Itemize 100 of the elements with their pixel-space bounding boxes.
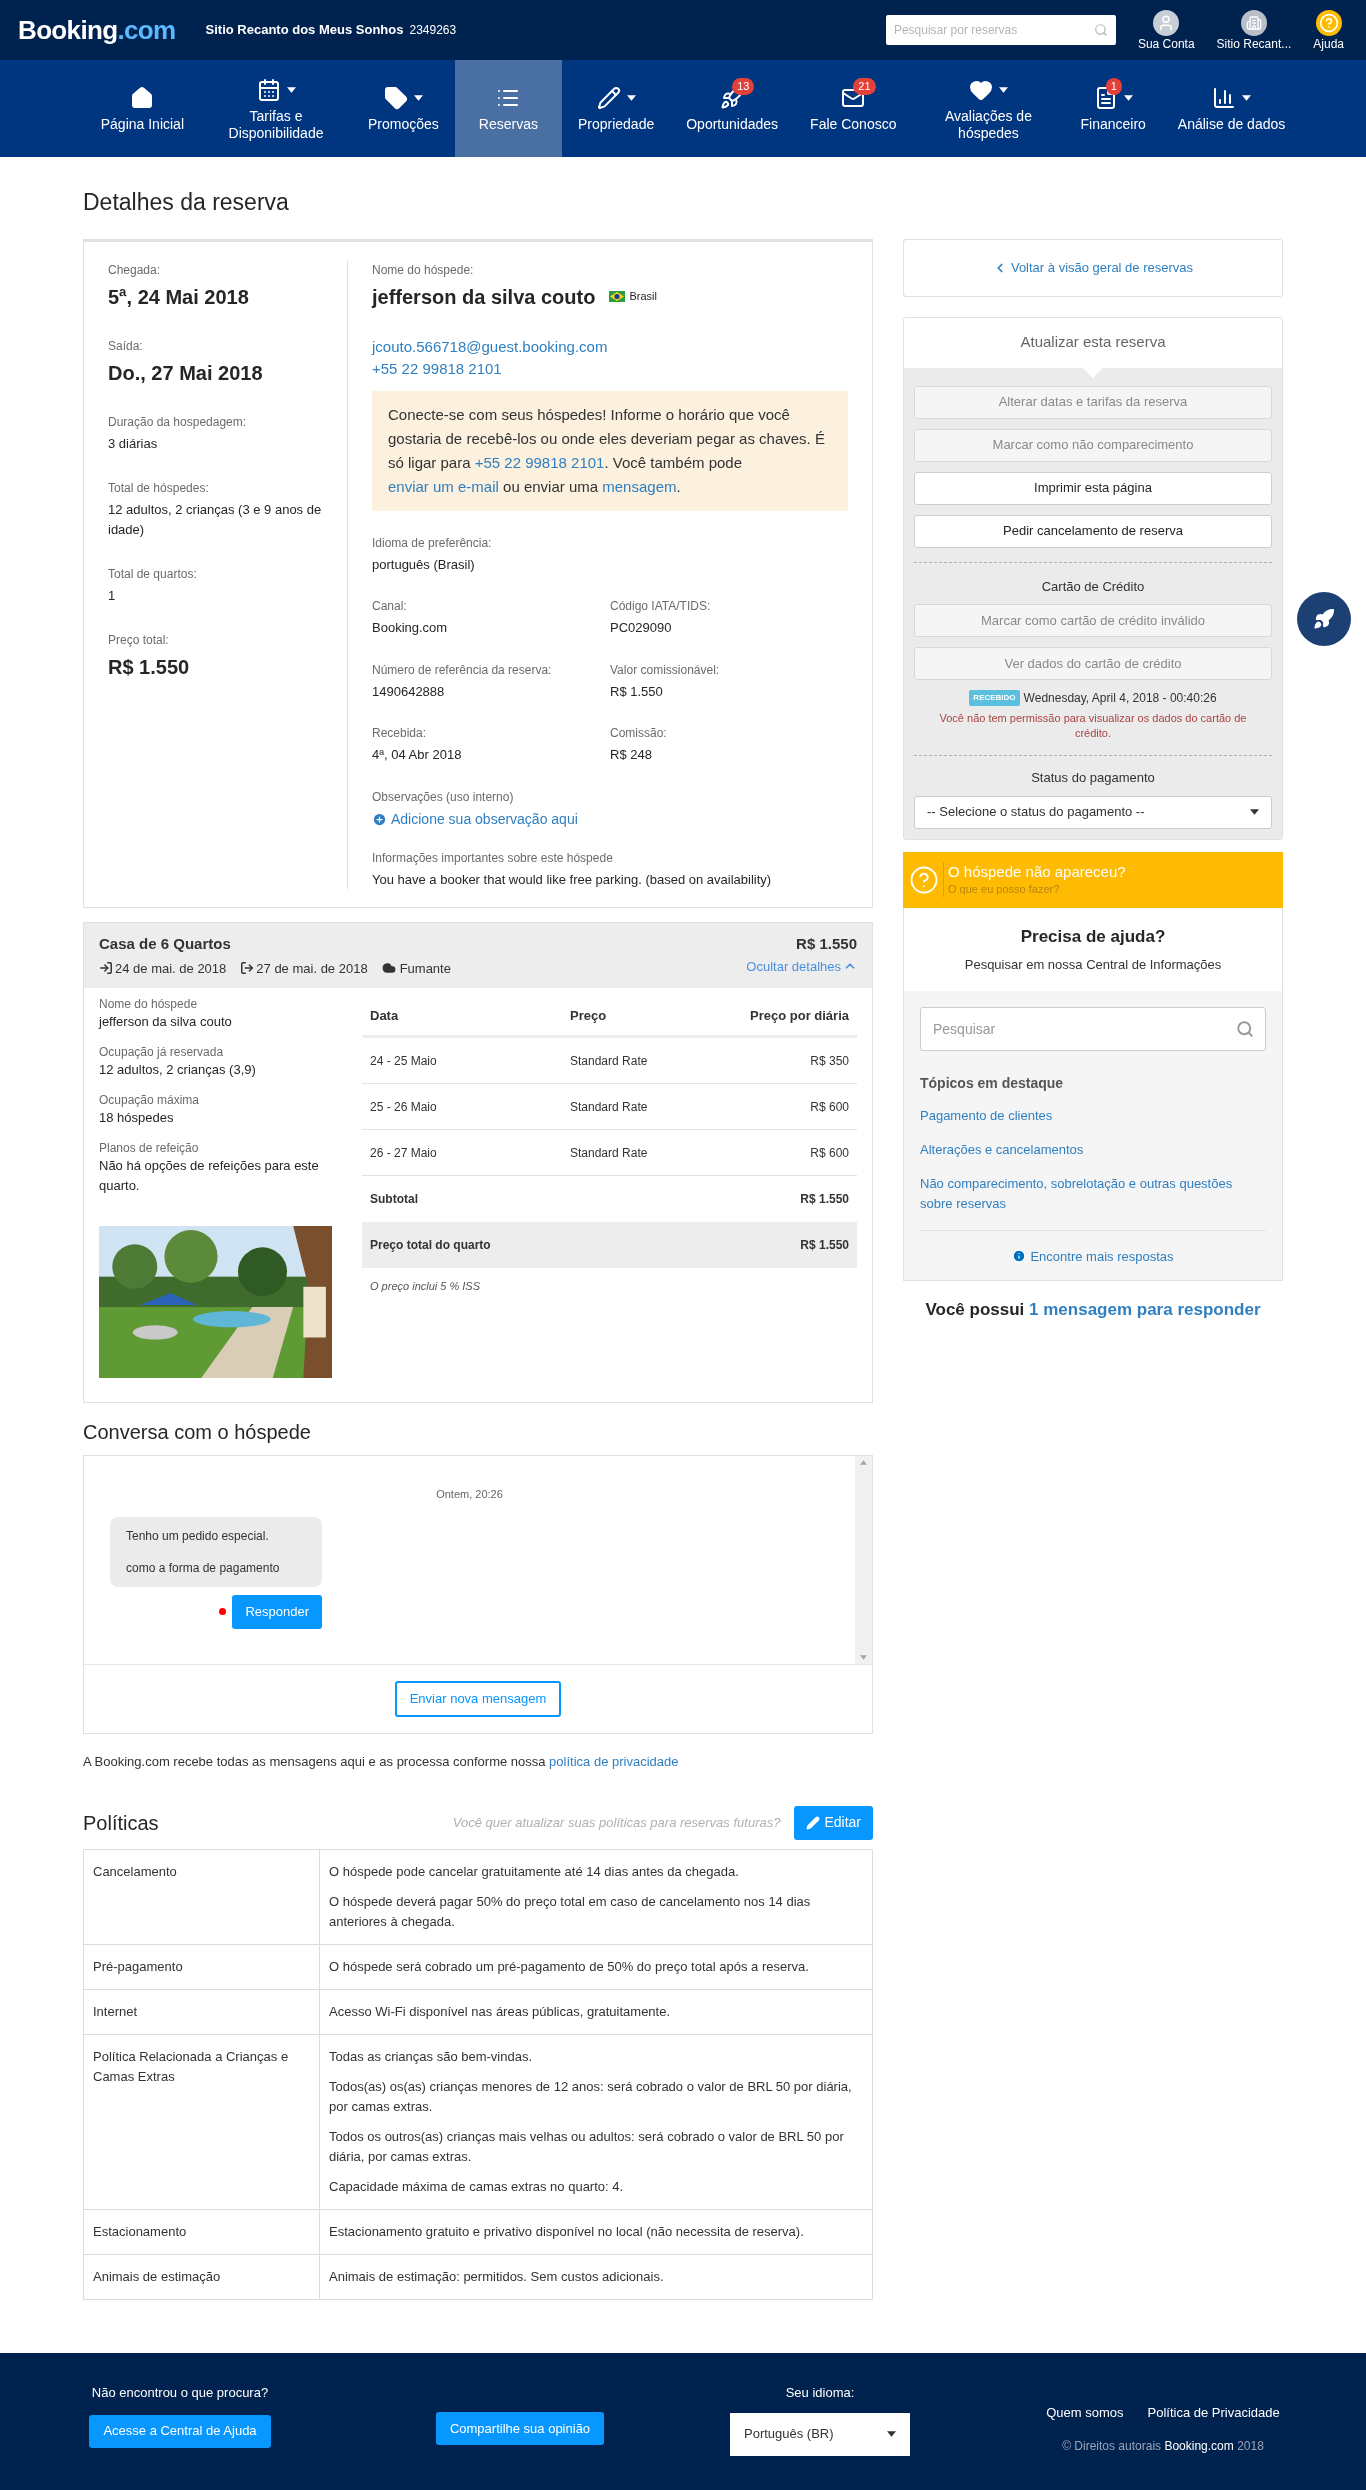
policy-text: Acesso Wi-Fi disponível nas áreas públicas, gratuitamente.: [329, 2002, 672, 2021]
column-header: Preço por diária: [750, 1006, 849, 1025]
help-subtitle: Pesquisar em nossa Central de Informações: [964, 956, 1222, 974]
text-link[interactable]: mensagem: [602, 477, 677, 495]
add-note-link[interactable]: Adicione sua observação aqui: [372, 808, 578, 830]
nav-tab[interactable]: Propriedade: [561, 60, 671, 157]
policy-text: Animais de estimação: permitidos. Sem custos adicionais.: [329, 2267, 665, 2286]
pencil-icon: [596, 86, 621, 110]
table-cell-text: 24 - 25 Maio: [370, 1052, 438, 1070]
policy-text: O hóspede pode cancelar gratuitamente até 14 dias antes da chegada.: [329, 1862, 740, 1881]
action-button[interactable]: Pedir cancelamento de reserva: [914, 514, 1272, 548]
rocket-button[interactable]: [1297, 592, 1351, 646]
field-value: 5ª, 24 Mai 2018: [108, 284, 250, 310]
footer-question: Não encontrou o que procura?: [91, 2384, 269, 2402]
nav-tab[interactable]: 21 Fale Conosco: [794, 60, 913, 157]
nav-tab[interactable]: Tarifas e Disponibilidade: [200, 60, 352, 157]
field-value: português (Brasil): [372, 555, 476, 574]
booking-logo[interactable]: Booking.com: [18, 17, 176, 43]
check-out-icon: [240, 961, 255, 976]
account-menu-item[interactable]: Ajuda: [1309, 10, 1348, 50]
field-value: 1490642888: [372, 682, 446, 701]
field-value: R$ 248: [610, 746, 653, 764]
policy-name: Internet: [93, 2003, 138, 2019]
field-label: Número de referência da reserva:: [372, 661, 553, 678]
message-text: Tenho um pedido especial.: [126, 1527, 270, 1545]
toggle-details-link[interactable]: Ocultar detalhes: [746, 956, 857, 976]
footer-link[interactable]: Política de Privacidade: [1147, 2403, 1280, 2423]
nav-tab[interactable]: Página Inicial: [84, 60, 200, 157]
room-name: Casa de 6 Quartos: [99, 934, 232, 954]
scroll-up-icon[interactable]: [860, 1460, 867, 1465]
feedback-button[interactable]: Compartilhe sua opinião: [435, 2412, 605, 2445]
search-icon: [1236, 1019, 1254, 1038]
topic-link[interactable]: Alterações e cancelamentos: [920, 1139, 1266, 1160]
notice-text: Conecte-se com seus hóspedes! Informe o horário que você gostaria de recebê-los ou onde eles deveriam pegar as chaves. É só ligar para +55 22 99818 2101. Você também pode enviar um e-mail ou enviar uma mensagem.: [388, 404, 826, 497]
nav-tab[interactable]: Avaliações de hóspedes: [912, 60, 1065, 157]
banner-title: O hóspede não apareceu?: [948, 861, 1126, 881]
warning-text: Você não tem permissão para visualizar os dados do cartão de crédito.: [938, 711, 1248, 741]
topic-link[interactable]: Pagamento de clientes: [920, 1105, 1266, 1126]
message-time: Ontem, 20:26: [435, 1487, 504, 1502]
edit-button[interactable]: Editar: [794, 1805, 873, 1840]
back-link[interactable]: Voltar à visão geral de reservas: [992, 257, 1194, 278]
nav-tab[interactable]: Análise de dados: [1161, 60, 1302, 157]
avatar-icon: [1153, 10, 1180, 36]
reply-button[interactable]: Responder: [232, 1594, 322, 1629]
action-button[interactable]: Imprimir esta página: [914, 471, 1272, 505]
table-cell-text: 26 - 27 Maio: [370, 1144, 438, 1162]
help-search-field[interactable]: Pesquisar: [920, 1006, 1266, 1051]
policy-text: Estacionamento gratuito e privativo disponível no local (não necessita de reserva).: [329, 2222, 805, 2241]
field-label: Valor comissionável:: [610, 661, 721, 678]
payment-status-select[interactable]: -- Selecione o status do pagamento --: [914, 795, 1272, 829]
field-label: Planos de refeição: [99, 1140, 200, 1156]
count-badge: 13: [732, 78, 755, 95]
nav-tab[interactable]: Promoções: [352, 60, 455, 157]
scroll-down-icon[interactable]: [860, 1655, 867, 1660]
nav-tab[interactable]: Reservas: [454, 60, 562, 157]
email-link[interactable]: jcouto.566718@guest.booking.com: [372, 335, 608, 358]
plus-circle-icon: [372, 811, 387, 827]
help-title: Precisa de ajuda?: [1020, 925, 1166, 948]
status-badge: RECEBIDO: [969, 690, 1020, 706]
property-avatar-icon: [1240, 10, 1267, 36]
field-value: 12 adultos, 2 crianças (3,9): [99, 1061, 257, 1079]
account-menu-item[interactable]: Sua Conta: [1133, 10, 1199, 50]
panel-title: Atualizar esta reserva: [1020, 332, 1166, 353]
phone-link[interactable]: +55 22 99818 2101: [372, 358, 502, 381]
account-menu-item[interactable]: Sitio Recant...: [1212, 10, 1296, 50]
search-field[interactable]: Pesquisar por reservas: [885, 15, 1116, 45]
help-center-button[interactable]: Acesse a Central de Ajuda: [89, 2414, 271, 2448]
more-answers-link[interactable]: Encontre mais respostas: [1012, 1246, 1174, 1266]
table-cell-text: R$ 600: [810, 1098, 849, 1116]
text-link[interactable]: política de privacidade: [549, 1754, 679, 1769]
field-value: Do., 27 Mai 2018: [108, 360, 264, 386]
table-cell-text: Standard Rate: [570, 1144, 649, 1162]
policy-text: Todos os outros(as) crianças mais velhas ou adultos: será cobrado o valor de BRL 50 por diária, por camas extras.: [329, 2127, 845, 2166]
field-value: 12 adultos, 2 crianças (3 e 9 anos de idade): [108, 500, 323, 539]
guest-name: jefferson da silva couto: [372, 284, 596, 310]
field-value: jefferson da silva couto: [99, 1013, 233, 1031]
field-label: Idioma de preferência:: [372, 534, 493, 551]
info-icon: [1012, 1249, 1027, 1264]
field-value: 18 hóspedes: [99, 1109, 175, 1127]
field-label: Código IATA/TIDS:: [610, 598, 712, 614]
topic-link[interactable]: Não comparecimento, sobrelotação e outras questões sobre reservas: [920, 1173, 1266, 1214]
section-label: Status do pagamento: [1030, 769, 1156, 787]
nav-tab[interactable]: 13 Oportunidades: [670, 60, 795, 157]
field-label: Informações importantes sobre este hóspede: [372, 849, 614, 866]
field-label: Observações (uso interno): [372, 788, 515, 805]
room-price: R$ 1.550: [796, 934, 857, 954]
table-cell-text: R$ 350: [810, 1052, 849, 1070]
brazil-flag-icon: [609, 291, 626, 302]
property-id: 2349263: [409, 22, 457, 39]
footer-link[interactable]: Quem somos: [1046, 2403, 1124, 2423]
policies-hint: Você quer atualizar suas políticas para reservas futuras?: [452, 1813, 781, 1832]
text-link[interactable]: enviar um e-mail: [388, 477, 499, 495]
field-label: Comissão:: [610, 725, 668, 741]
language-select[interactable]: Português (BR): [730, 2412, 910, 2456]
text-link[interactable]: +55 22 99818 2101: [474, 453, 605, 471]
table-cell-text: Standard Rate: [570, 1052, 649, 1070]
nav-tab[interactable]: 1 Financeiro: [1064, 60, 1162, 157]
check-out-date: 27 de mai. de 2018: [256, 959, 368, 978]
text-link[interactable]: 1 mensagem para responder: [1029, 1300, 1261, 1319]
new-message-button[interactable]: Enviar nova mensagem: [394, 1681, 562, 1717]
